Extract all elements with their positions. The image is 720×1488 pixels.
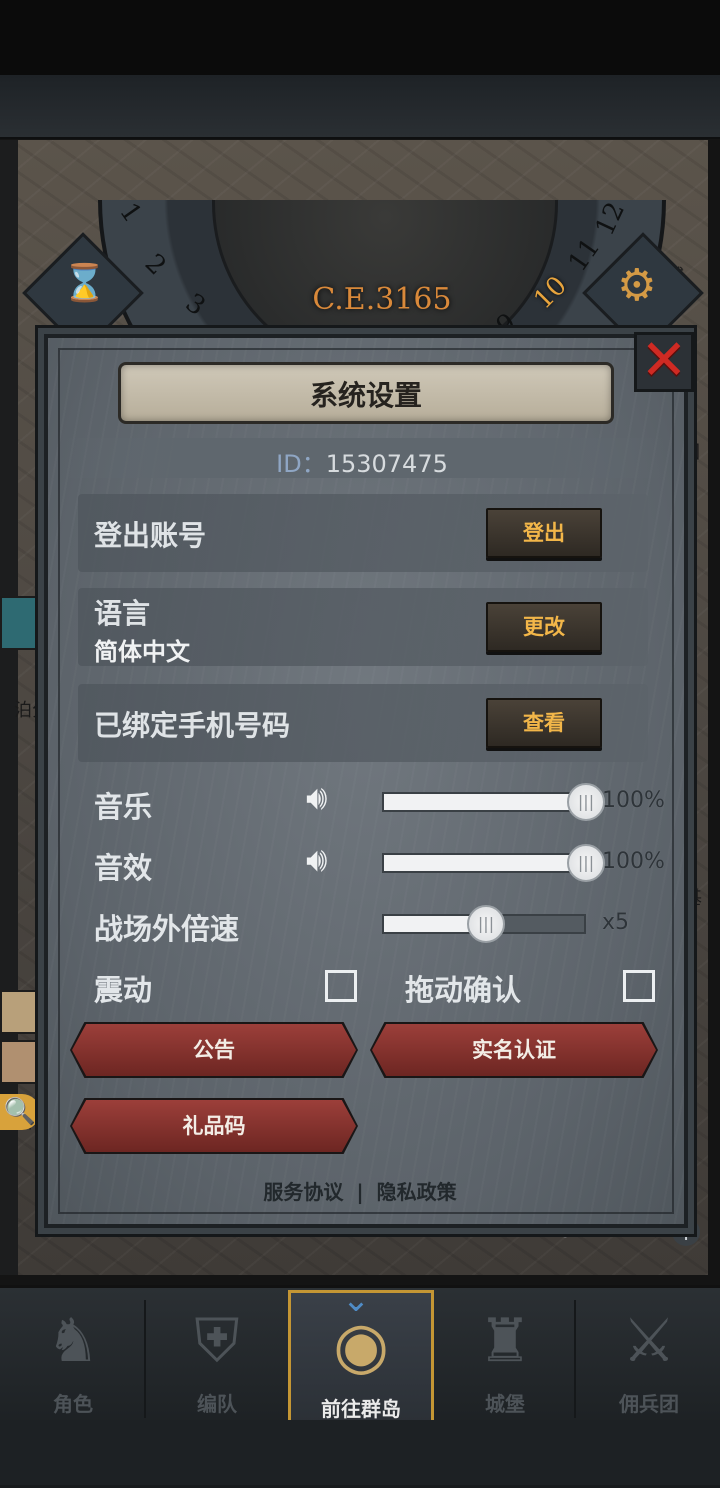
nav-item-mercenary[interactable]: ⚔ 佣兵团 bbox=[584, 1300, 714, 1418]
sfx-slider-knob[interactable]: ||| bbox=[567, 844, 605, 882]
close-icon: ✕ bbox=[640, 328, 688, 393]
magnify-icon[interactable]: 🔍 bbox=[0, 1094, 40, 1130]
dialog-title: 系统设置 bbox=[309, 379, 422, 412]
dial-number: 2 bbox=[138, 248, 172, 282]
nav-label: 城堡 bbox=[485, 1392, 525, 1416]
book-icon[interactable] bbox=[0, 1040, 40, 1084]
mercenary-icon: ⚔ bbox=[622, 1306, 676, 1376]
music-value: 100% bbox=[602, 788, 665, 813]
id-label: ID： bbox=[276, 450, 326, 478]
footer-links: 服务协议 | 隐私政策 bbox=[0, 1176, 720, 1205]
speaker-icon[interactable]: 🔊︎ bbox=[306, 840, 327, 880]
speed-slider-knob[interactable]: ||| bbox=[467, 905, 505, 943]
knight-icon: ♞ bbox=[46, 1306, 100, 1376]
drag-confirm-checkbox[interactable] bbox=[623, 970, 655, 1002]
dial-number: 11 bbox=[562, 232, 607, 278]
id-bar: ID：15307475 bbox=[60, 438, 664, 478]
scroll-icon[interactable] bbox=[0, 990, 40, 1034]
privacy-policy-link[interactable]: 隐私政策 bbox=[377, 1180, 457, 1204]
gift-code-button[interactable]: 礼品码 bbox=[72, 1100, 356, 1152]
music-slider-knob[interactable]: ||| bbox=[567, 783, 605, 821]
view-phone-button[interactable]: 查看 bbox=[486, 698, 602, 748]
player-id: ID：15307475 bbox=[60, 444, 664, 479]
top-status-bar bbox=[0, 0, 720, 75]
side-thumbnail[interactable] bbox=[0, 596, 40, 650]
notice-button[interactable]: 公告 bbox=[72, 1024, 356, 1076]
bottom-bar bbox=[0, 1420, 720, 1485]
music-label: 音乐 bbox=[94, 790, 153, 824]
nav-item-islands[interactable]: ⌄ ◉ 前往群岛 bbox=[288, 1283, 434, 1423]
hourglass-icon: ⌛ bbox=[62, 263, 107, 304]
top-band bbox=[0, 75, 720, 139]
speed-value: x5 bbox=[602, 910, 630, 935]
nav-label: 编队 bbox=[197, 1392, 237, 1416]
music-slider-fill bbox=[384, 794, 584, 810]
logout-label: 登出账号 bbox=[94, 519, 207, 552]
vibration-label: 震动 bbox=[94, 973, 153, 1007]
gear-icon: ⚙ bbox=[617, 260, 657, 311]
sfx-slider-fill bbox=[384, 855, 584, 871]
id-value: 15307475 bbox=[325, 450, 448, 478]
sfx-slider[interactable]: ||| bbox=[382, 844, 605, 882]
sfx-value: 100% bbox=[602, 849, 665, 874]
change-language-button[interactable]: 更改 bbox=[486, 602, 602, 652]
service-agreement-link[interactable]: 服务协议 bbox=[263, 1180, 343, 1204]
nav-item-character[interactable]: ♞ 角色 bbox=[8, 1300, 138, 1418]
nav-label: 佣兵团 bbox=[619, 1392, 679, 1416]
vibration-checkbox[interactable] bbox=[325, 970, 357, 1002]
drag-confirm-label: 拖动确认 bbox=[405, 973, 522, 1007]
speed-slider[interactable]: ||| bbox=[382, 905, 586, 943]
close-button[interactable]: ✕ bbox=[634, 328, 694, 393]
nav-item-castle[interactable]: ♜ 城堡 bbox=[440, 1300, 570, 1418]
dial-number: 12 bbox=[589, 200, 632, 241]
castle-icon: ♜ bbox=[478, 1306, 532, 1376]
nav-label: 前往群岛 bbox=[321, 1397, 401, 1421]
music-slider[interactable]: ||| bbox=[382, 783, 605, 821]
language-label: 语言 bbox=[94, 597, 151, 630]
title-plate: 系统设置 bbox=[118, 362, 614, 424]
logout-row: 登出账号 登出 bbox=[78, 494, 648, 572]
dial-number: 1 bbox=[113, 200, 148, 229]
logout-button[interactable]: 登出 bbox=[486, 508, 602, 558]
phone-label: 已绑定手机号码 bbox=[94, 709, 291, 742]
nav-divider bbox=[144, 1300, 146, 1418]
sfx-label: 音效 bbox=[94, 851, 153, 885]
footer-separator: | bbox=[356, 1180, 364, 1204]
nav-item-formation[interactable]: ⛨ 编队 bbox=[152, 1300, 282, 1418]
speed-label: 战场外倍速 bbox=[94, 912, 240, 946]
realname-button[interactable]: 实名认证 bbox=[372, 1024, 656, 1076]
helmet-icon: ⛨ bbox=[194, 1306, 240, 1376]
nav-divider bbox=[574, 1300, 576, 1418]
nav-label: 角色 bbox=[53, 1392, 93, 1416]
language-row: 语言 简体中文 更改 bbox=[78, 588, 648, 666]
phone-row: 已绑定手机号码 查看 bbox=[78, 684, 648, 762]
language-value: 简体中文 bbox=[94, 638, 190, 666]
globe-icon: ◉ bbox=[333, 1309, 389, 1383]
speaker-icon[interactable]: 🔊︎ bbox=[306, 778, 327, 818]
